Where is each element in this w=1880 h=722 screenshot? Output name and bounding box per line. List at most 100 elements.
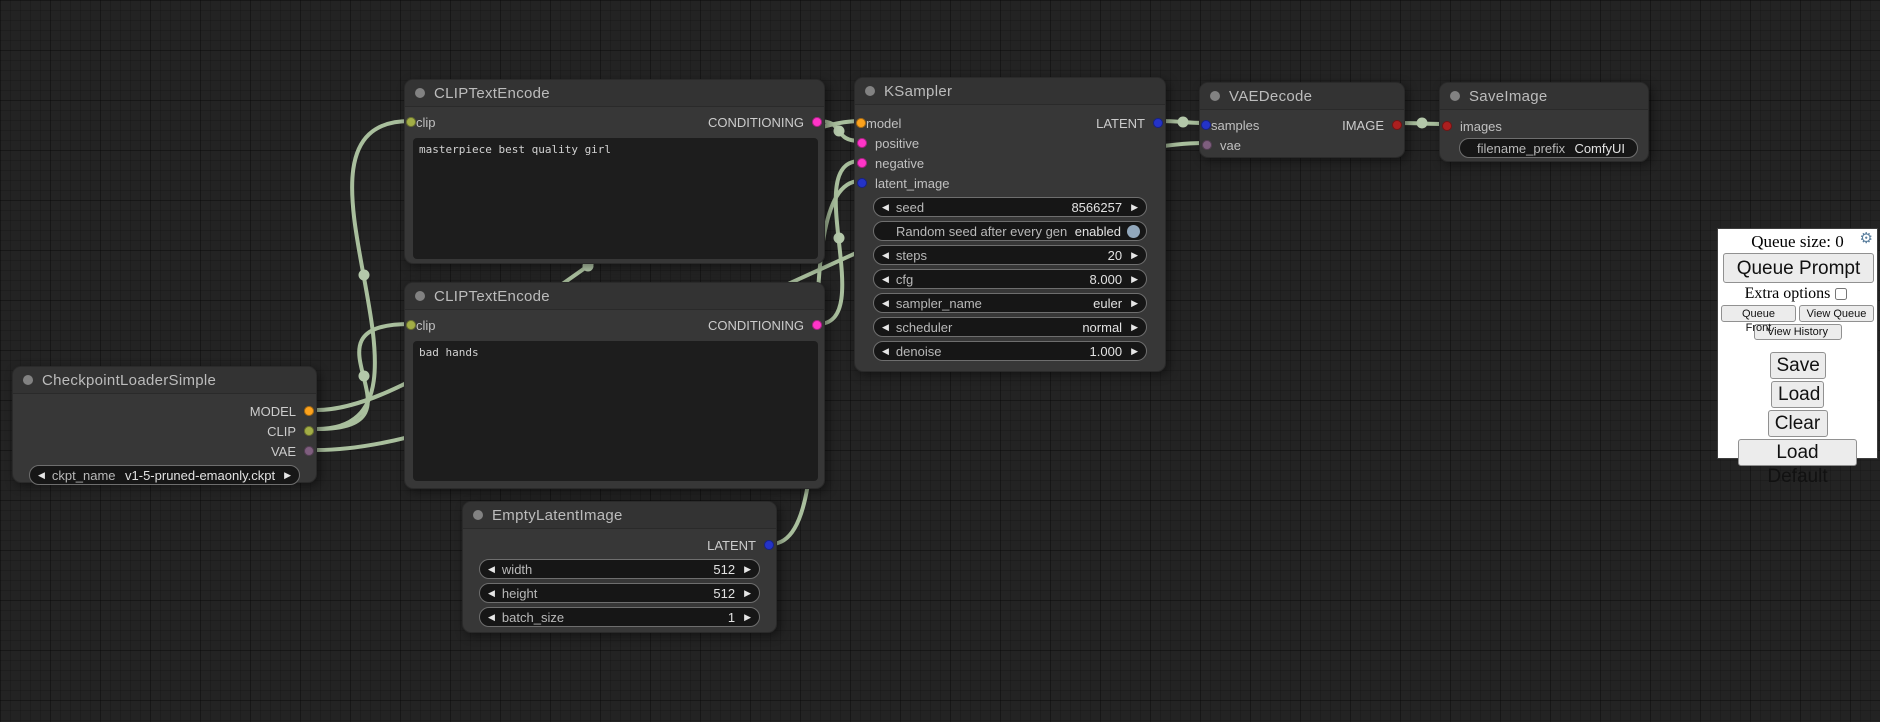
load-button[interactable]: Load — [1771, 381, 1824, 408]
increment-icon[interactable]: ▶ — [1131, 251, 1138, 260]
denoise-number-widget[interactable]: ◀ denoise 1.000 ▶ — [873, 341, 1147, 361]
link-dot — [359, 371, 370, 382]
output-port-image[interactable] — [1392, 120, 1402, 130]
settings-gear-icon[interactable]: ⚙ — [1860, 231, 1873, 246]
node-title-bar[interactable]: EmptyLatentImage — [463, 502, 776, 529]
decrement-icon[interactable]: ◀ — [882, 347, 889, 356]
steps-number-widget[interactable]: ◀ steps 20 ▶ — [873, 245, 1147, 265]
input-port-positive[interactable] — [857, 138, 867, 148]
view-history-button[interactable]: View History — [1754, 324, 1842, 340]
increment-icon[interactable]: ▶ — [744, 589, 751, 598]
output-port-conditioning[interactable] — [812, 117, 822, 127]
node-collapse-dot-icon[interactable] — [1210, 91, 1220, 101]
node-title-bar[interactable]: CLIPTextEncode — [405, 283, 824, 310]
node-collapse-dot-icon[interactable] — [1450, 91, 1460, 101]
node-title-bar[interactable]: KSampler — [855, 78, 1165, 105]
input-label-vae: vae — [1220, 138, 1241, 153]
widget-label: sampler_name — [896, 296, 982, 311]
combo-prev-icon[interactable]: ◀ — [38, 471, 45, 480]
output-label-latent: LATENT — [1096, 116, 1145, 131]
input-port-model[interactable] — [856, 118, 866, 128]
positive-prompt-textarea[interactable]: masterpiece best quality girl — [413, 138, 818, 259]
decrement-icon[interactable]: ◀ — [488, 565, 495, 574]
output-port-latent[interactable] — [1153, 118, 1163, 128]
node-vae-decode[interactable]: VAEDecode samples IMAGE vae — [1199, 82, 1405, 158]
increment-icon[interactable]: ▶ — [744, 565, 751, 574]
node-title-bar[interactable]: VAEDecode — [1200, 83, 1404, 110]
node-title-bar[interactable]: CLIPTextEncode — [405, 80, 824, 107]
node-collapse-dot-icon[interactable] — [23, 375, 33, 385]
view-queue-button[interactable]: View Queue — [1799, 305, 1874, 322]
output-port-conditioning[interactable] — [812, 320, 822, 330]
node-title: CLIPTextEncode — [434, 85, 550, 102]
decrement-icon[interactable]: ◀ — [488, 589, 495, 598]
node-ksampler[interactable]: KSampler model LATENT positive negative — [854, 77, 1166, 372]
node-title: CLIPTextEncode — [434, 288, 550, 305]
decrement-icon[interactable]: ◀ — [488, 613, 495, 622]
node-checkpoint-loader-simple[interactable]: CheckpointLoaderSimple MODEL CLIP VAE ◀ … — [12, 366, 317, 483]
decrement-icon[interactable]: ◀ — [882, 203, 889, 212]
node-save-image[interactable]: SaveImage images filename_prefix ComfyUI — [1439, 82, 1649, 162]
input-port-samples[interactable] — [1201, 120, 1211, 130]
combo-prev-icon[interactable]: ◀ — [882, 299, 889, 308]
node-clip-text-encode-negative[interactable]: CLIPTextEncode clip CONDITIONING bad han… — [404, 282, 825, 489]
node-collapse-dot-icon[interactable] — [865, 86, 875, 96]
increment-icon[interactable]: ▶ — [1131, 275, 1138, 284]
increment-icon[interactable]: ▶ — [744, 613, 751, 622]
input-port-clip[interactable] — [406, 117, 416, 127]
widget-label: cfg — [896, 272, 913, 287]
random-seed-toggle-widget[interactable]: Random seed after every gen enabled — [873, 221, 1147, 241]
input-port-clip[interactable] — [406, 320, 416, 330]
combo-next-icon[interactable]: ▶ — [1131, 299, 1138, 308]
output-port-vae[interactable] — [304, 446, 314, 456]
cfg-number-widget[interactable]: ◀ cfg 8.000 ▶ — [873, 269, 1147, 289]
output-port-latent[interactable] — [764, 540, 774, 550]
node-graph-canvas[interactable]: CheckpointLoaderSimple MODEL CLIP VAE ◀ … — [0, 0, 1880, 722]
input-port-vae[interactable] — [1202, 140, 1212, 150]
toggle-dot-icon[interactable] — [1127, 225, 1140, 238]
queue-front-button[interactable]: Queue Front — [1721, 305, 1796, 322]
link-dot — [1417, 118, 1428, 129]
output-port-clip[interactable] — [304, 426, 314, 436]
queue-prompt-button[interactable]: Queue Prompt — [1723, 253, 1874, 283]
node-collapse-dot-icon[interactable] — [415, 291, 425, 301]
height-number-widget[interactable]: ◀ height 512 ▶ — [479, 583, 760, 603]
input-port-images[interactable] — [1442, 121, 1452, 131]
node-empty-latent-image[interactable]: EmptyLatentImage LATENT ◀ width 512 ▶ ◀ … — [462, 501, 777, 633]
clear-button[interactable]: Clear — [1768, 410, 1828, 437]
save-button[interactable]: Save — [1770, 352, 1826, 379]
batch-size-number-widget[interactable]: ◀ batch_size 1 ▶ — [479, 607, 760, 627]
extra-options-checkbox[interactable] — [1835, 288, 1847, 300]
node-collapse-dot-icon[interactable] — [415, 88, 425, 98]
input-port-latent-image[interactable] — [857, 178, 867, 188]
width-number-widget[interactable]: ◀ width 512 ▶ — [479, 559, 760, 579]
link-dot — [834, 126, 845, 137]
negative-prompt-textarea[interactable]: bad hands — [413, 341, 818, 481]
seed-number-widget[interactable]: ◀ seed 8566257 ▶ — [873, 197, 1147, 217]
sampler-name-combo-widget[interactable]: ◀ sampler_name euler ▶ — [873, 293, 1147, 313]
combo-next-icon[interactable]: ▶ — [284, 471, 291, 480]
input-port-negative[interactable] — [857, 158, 867, 168]
node-clip-text-encode-positive[interactable]: CLIPTextEncode clip CONDITIONING masterp… — [404, 79, 825, 264]
widget-value: ComfyUI — [1574, 141, 1625, 156]
increment-icon[interactable]: ▶ — [1131, 347, 1138, 356]
widget-label: steps — [896, 248, 927, 263]
combo-next-icon[interactable]: ▶ — [1131, 323, 1138, 332]
widget-value: 512 — [713, 586, 735, 601]
input-label-clip: clip — [416, 115, 436, 130]
output-port-model[interactable] — [304, 406, 314, 416]
filename-prefix-widget[interactable]: filename_prefix ComfyUI — [1459, 138, 1638, 158]
widget-label: width — [502, 562, 532, 577]
increment-icon[interactable]: ▶ — [1131, 203, 1138, 212]
load-default-button[interactable]: Load Default — [1738, 439, 1857, 466]
node-title-bar[interactable]: CheckpointLoaderSimple — [13, 367, 316, 394]
combo-prev-icon[interactable]: ◀ — [882, 323, 889, 332]
node-title-bar[interactable]: SaveImage — [1440, 83, 1648, 110]
decrement-icon[interactable]: ◀ — [882, 251, 889, 260]
output-label-image: IMAGE — [1342, 118, 1384, 133]
node-collapse-dot-icon[interactable] — [473, 510, 483, 520]
decrement-icon[interactable]: ◀ — [882, 275, 889, 284]
ckpt-name-combo-widget[interactable]: ◀ ckpt_name v1-5-pruned-emaonly.ckpt ▶ — [29, 465, 300, 485]
input-label-positive: positive — [875, 136, 919, 151]
scheduler-combo-widget[interactable]: ◀ scheduler normal ▶ — [873, 317, 1147, 337]
